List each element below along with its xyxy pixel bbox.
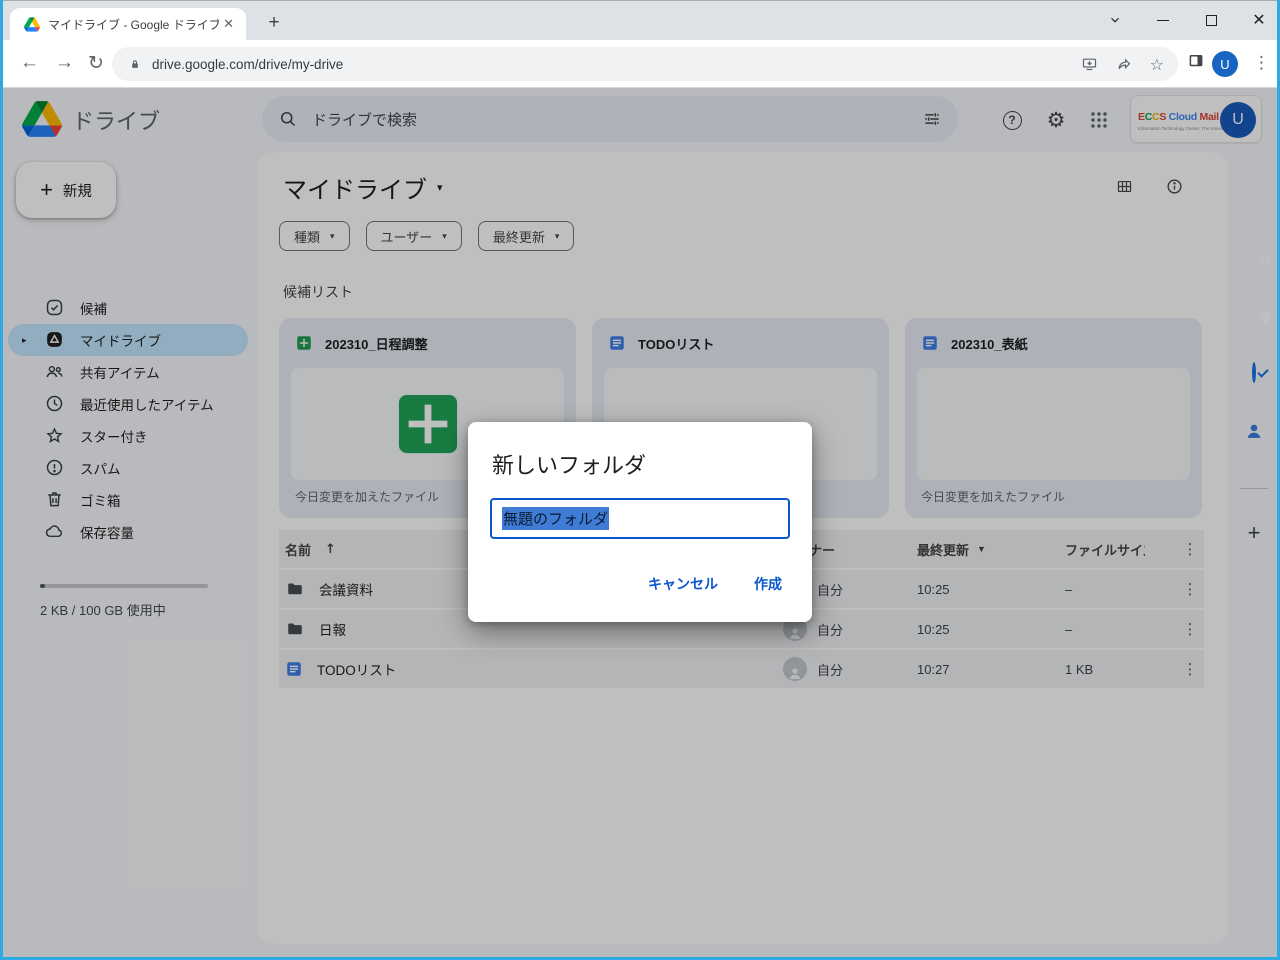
create-button[interactable]: 作成 — [754, 574, 782, 594]
window-minimize-button[interactable] — [1154, 11, 1172, 29]
browser-menu-kebab-icon[interactable]: ⋮ — [1253, 53, 1270, 73]
forward-icon[interactable]: → — [55, 52, 74, 74]
tab-close-icon[interactable]: ✕ — [219, 16, 238, 32]
tab-search-chevron-icon[interactable] — [1106, 11, 1124, 29]
reload-icon[interactable]: ↻ — [88, 52, 104, 75]
screen: マイドライブ - Google ドライブ ✕ + ✕ ← → ↻ drive.g… — [0, 0, 1280, 960]
address-bar[interactable]: drive.google.com/drive/my-drive ☆ — [112, 47, 1178, 81]
folder-name-input[interactable]: 無題のフォルダ — [490, 498, 790, 539]
tab-strip: マイドライブ - Google ドライブ ✕ + ✕ — [0, 0, 1280, 40]
dialog-title: 新しいフォルダ — [492, 448, 646, 480]
window-border-top — [0, 0, 1280, 1]
window-border-left — [0, 0, 3, 960]
new-folder-dialog: 新しいフォルダ 無題のフォルダ キャンセル 作成 — [468, 422, 812, 622]
window-close-button[interactable]: ✕ — [1250, 11, 1268, 29]
new-tab-button[interactable]: + — [260, 9, 288, 37]
cancel-button[interactable]: キャンセル — [648, 574, 718, 594]
back-icon[interactable]: ← — [20, 52, 39, 74]
url-text: drive.google.com/drive/my-drive — [152, 57, 1080, 72]
lock-icon — [128, 57, 142, 72]
window-maximize-button[interactable] — [1202, 11, 1220, 29]
tab-title: マイドライブ - Google ドライブ — [48, 16, 219, 33]
share-icon[interactable] — [1115, 56, 1134, 73]
selected-input-text: 無題のフォルダ — [502, 507, 609, 530]
bookmark-star-icon[interactable]: ☆ — [1150, 55, 1164, 74]
install-icon[interactable] — [1080, 56, 1099, 73]
browser-tab[interactable]: マイドライブ - Google ドライブ ✕ — [10, 8, 246, 40]
side-panel-icon[interactable] — [1186, 52, 1206, 70]
browser-avatar[interactable]: U — [1212, 51, 1238, 77]
drive-favicon-icon — [24, 17, 40, 32]
